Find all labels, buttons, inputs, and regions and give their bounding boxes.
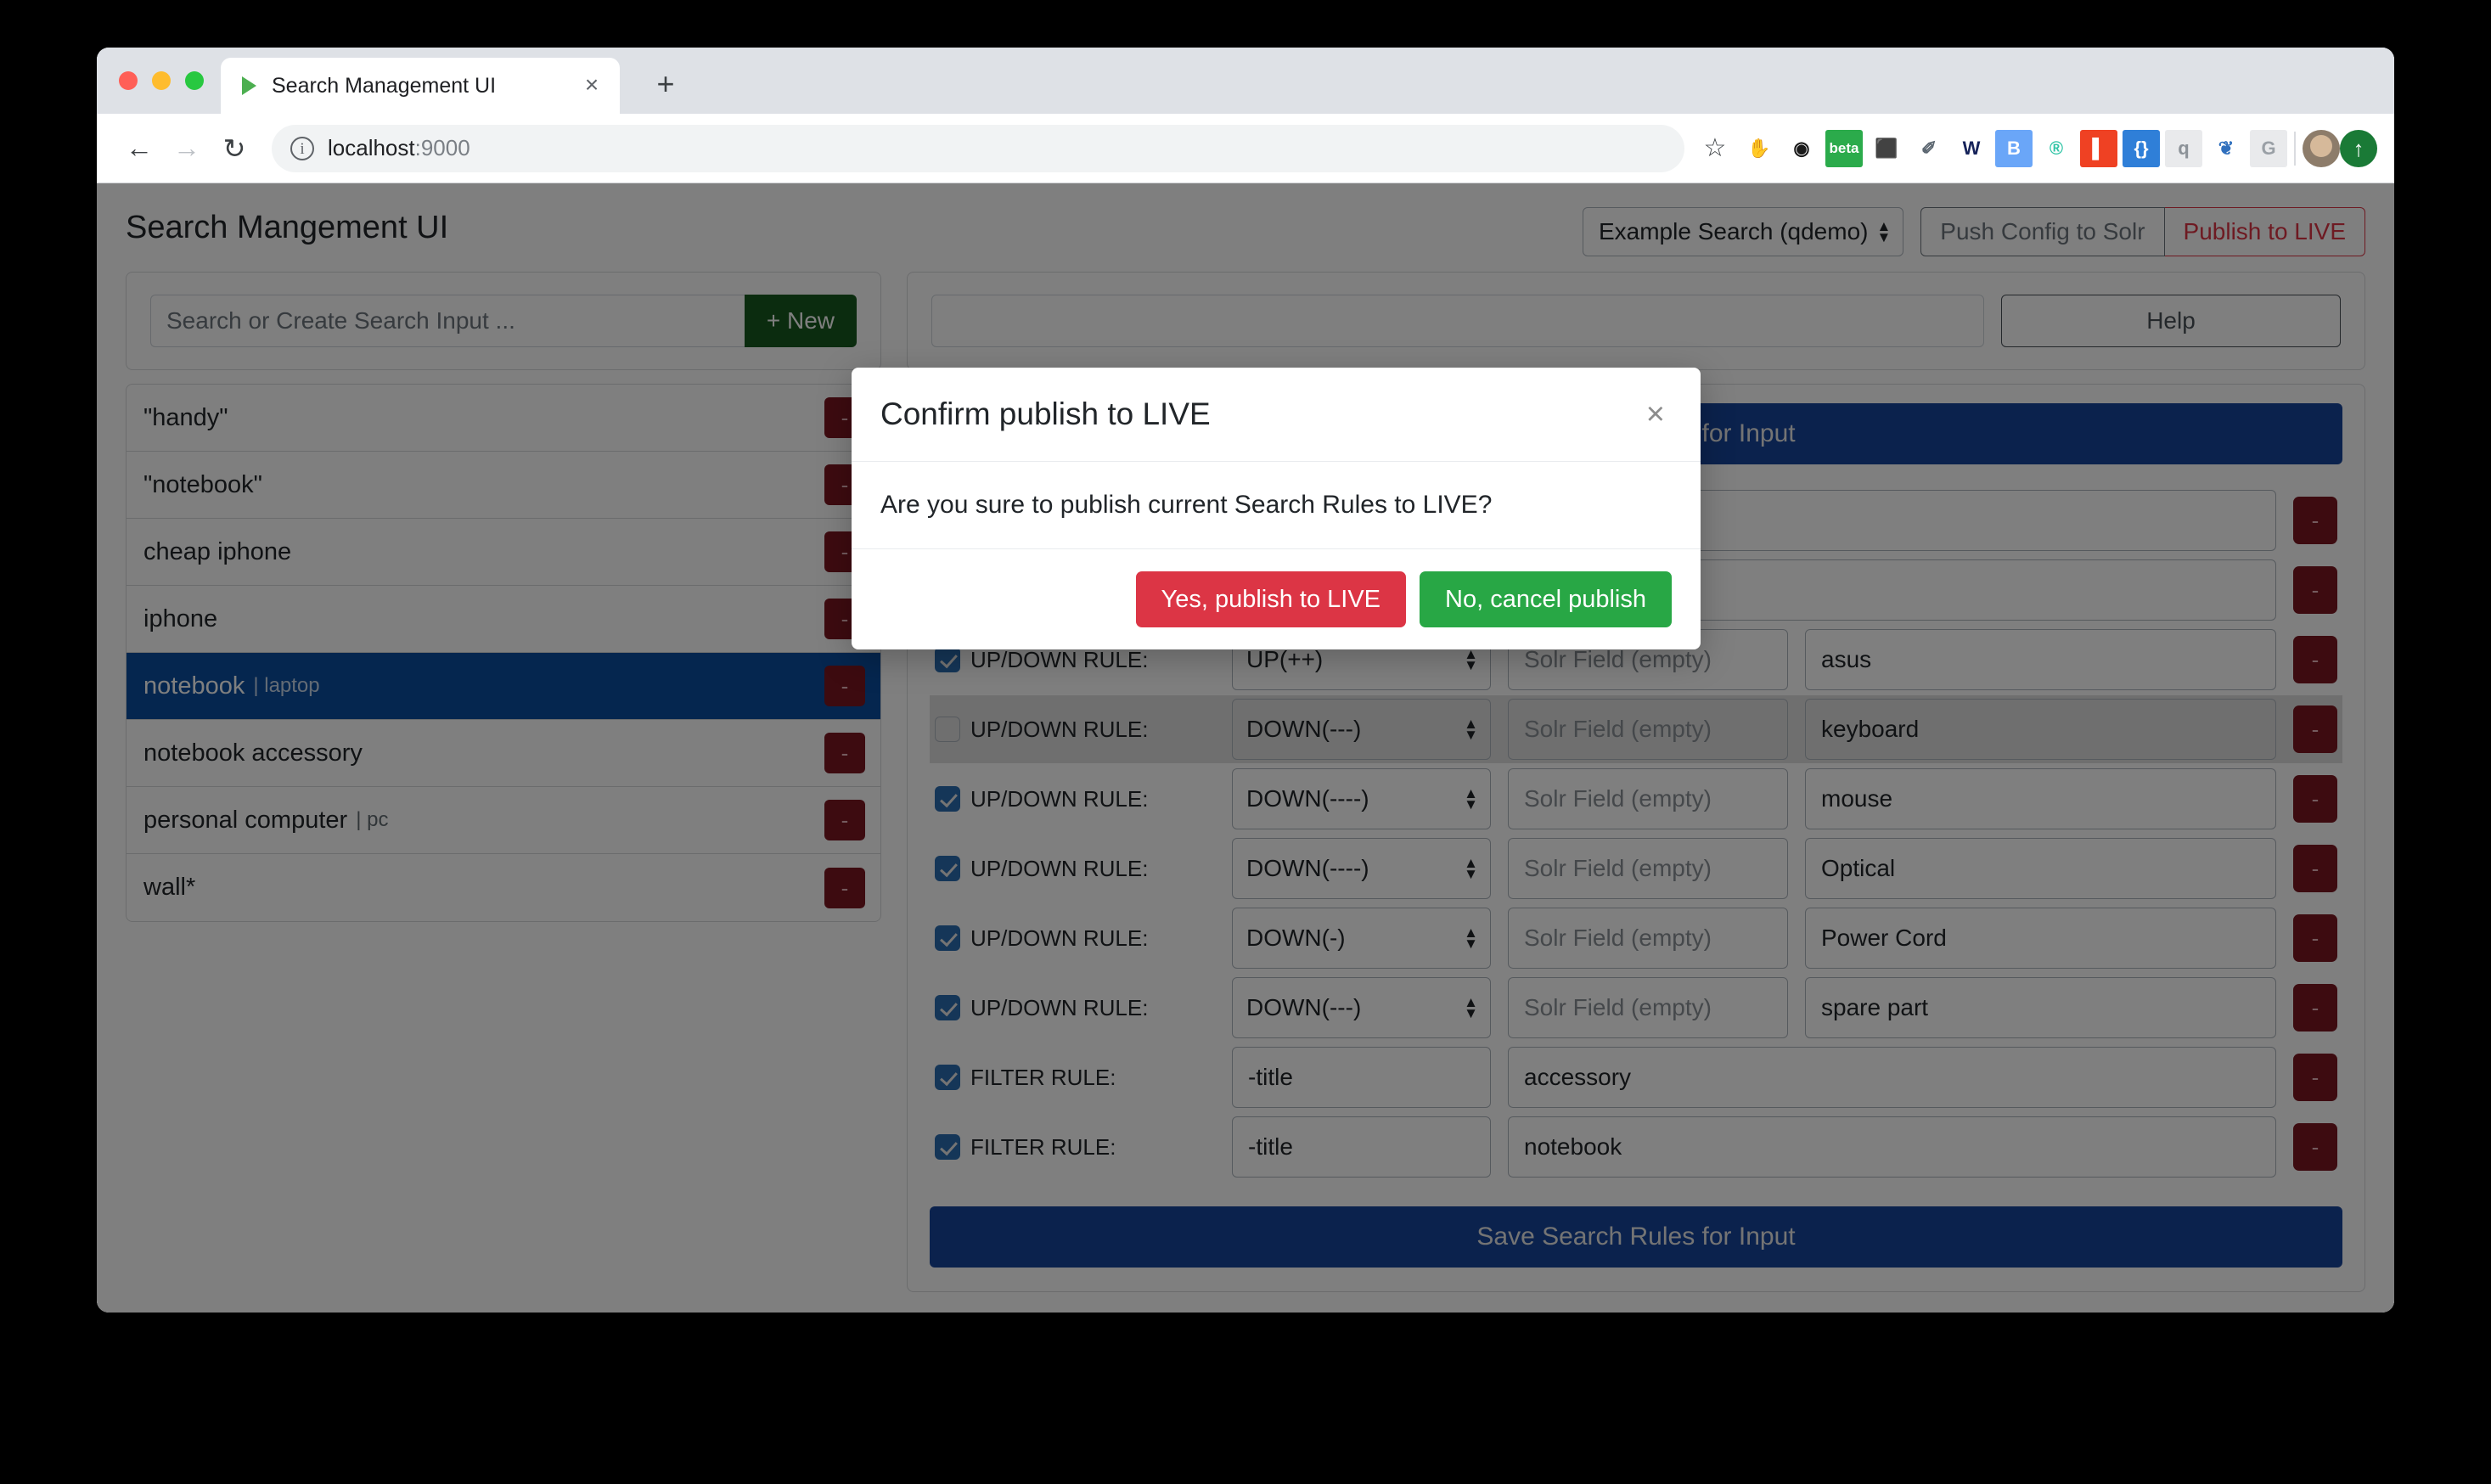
puzzle-extension[interactable]: ⬛: [1868, 129, 1905, 167]
window-controls: [119, 71, 204, 90]
url-port: :9000: [414, 135, 470, 160]
grammarly-extension[interactable]: G: [2250, 129, 2287, 167]
toolbar-divider: [2294, 131, 2296, 166]
wikipedia-extension[interactable]: W: [1953, 129, 1990, 167]
modal-footer: Yes, publish to LIVE No, cancel publish: [852, 549, 1701, 649]
page-viewport: Search Mangement UI Example Search (qdem…: [97, 183, 2394, 1313]
confirm-publish-button[interactable]: Yes, publish to LIVE: [1135, 571, 1407, 627]
json-viewer-extension[interactable]: {}: [2123, 129, 2160, 167]
close-icon[interactable]: ×: [579, 73, 604, 98]
close-icon[interactable]: ×: [1646, 398, 1665, 430]
lighthouse-extension[interactable]: ▌: [2080, 129, 2117, 167]
bitwarden-extension[interactable]: B: [1995, 129, 2033, 167]
notes-extension[interactable]: ✐: [1910, 129, 1948, 167]
tab-title: Search Management UI: [272, 73, 497, 98]
minimize-window-button[interactable]: [152, 71, 171, 90]
address-bar[interactable]: i localhost:9000: [272, 124, 1684, 172]
quote-extension[interactable]: q: [2165, 129, 2202, 167]
maximize-window-button[interactable]: [185, 71, 204, 90]
forward-icon[interactable]: →: [163, 125, 211, 172]
update-icon[interactable]: ↑: [2340, 129, 2377, 167]
adblock-extension[interactable]: ✋: [1740, 129, 1778, 167]
extensions-row: ✋ ◉ beta ⬛ ✐ W B ® ▌{} q ❦ G: [1740, 129, 2287, 167]
modal-backdrop[interactable]: [97, 183, 2394, 1313]
confirm-publish-modal: Confirm publish to LIVE × Are you sure t…: [852, 368, 1701, 649]
avatar[interactable]: [2303, 129, 2340, 167]
modal-title: Confirm publish to LIVE: [880, 396, 1211, 431]
wave-extension[interactable]: ❦: [2207, 129, 2245, 167]
beta-extension[interactable]: beta: [1825, 129, 1863, 167]
new-tab-button[interactable]: +: [647, 66, 684, 104]
close-window-button[interactable]: [119, 71, 138, 90]
modal-header: Confirm publish to LIVE ×: [852, 368, 1701, 462]
url-host: localhost: [328, 135, 415, 160]
back-icon[interactable]: ←: [115, 125, 163, 172]
tab-strip: Search Management UI × +: [97, 48, 2394, 114]
r-extension[interactable]: ®: [2038, 129, 2075, 167]
play-triangle-icon: [236, 73, 261, 98]
browser-window: Search Management UI × + ← → ↻ i localho…: [97, 48, 2394, 1313]
browser-toolbar: ← → ↻ i localhost:9000 ☆ ✋ ◉ beta ⬛ ✐ W B ® ▌{} q…: [97, 114, 2394, 183]
reload-icon[interactable]: ↻: [211, 125, 258, 172]
bookmark-star-icon[interactable]: ☆: [1693, 126, 1737, 171]
cancel-publish-button[interactable]: No, cancel publish: [1420, 571, 1672, 627]
url-text: localhost:9000: [328, 135, 470, 161]
browser-tab[interactable]: Search Management UI ×: [221, 58, 620, 114]
site-info-icon[interactable]: i: [290, 136, 314, 160]
modal-body-text: Are you sure to publish current Search R…: [852, 462, 1701, 549]
camera-lens-extension[interactable]: ◉: [1783, 129, 1820, 167]
